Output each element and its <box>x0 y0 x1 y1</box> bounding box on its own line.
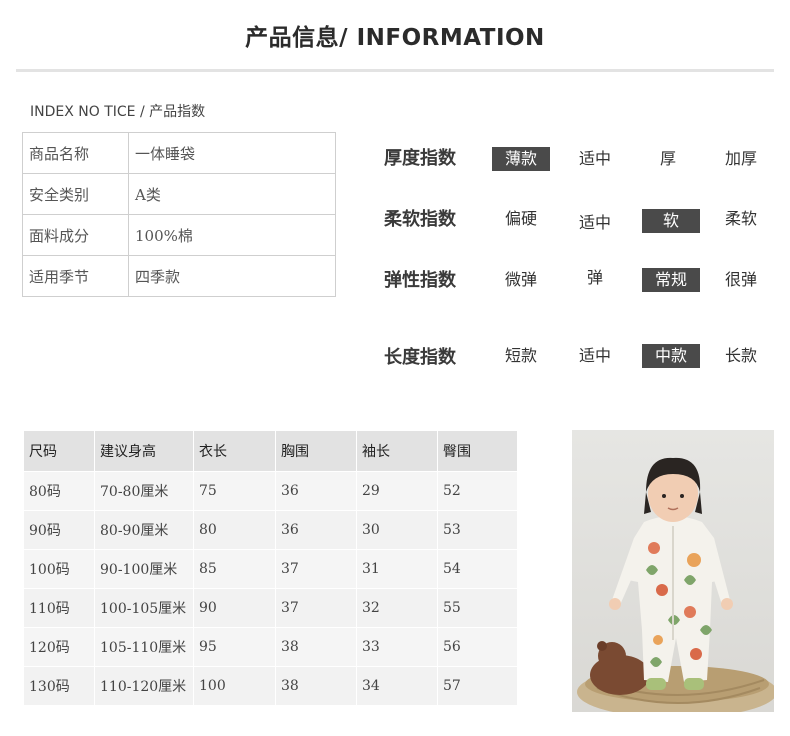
size-cell: 80-90厘米 <box>94 510 194 550</box>
size-cell: 57 <box>437 666 518 706</box>
table-row: 130码 110-120厘米 100 38 34 57 <box>23 666 518 706</box>
index-label: 柔软指数 <box>384 209 456 230</box>
index-option: 适中 <box>578 213 611 232</box>
section-subtitle: INDEX NO TICE / 产品指数 <box>30 104 206 120</box>
size-cell: 55 <box>437 588 518 628</box>
size-cell: 110码 <box>23 588 95 628</box>
product-photo <box>572 430 774 712</box>
index-option: 厚 <box>659 149 676 168</box>
index-label: 厚度指数 <box>384 148 456 169</box>
size-cell: 90 <box>193 588 276 628</box>
info-row: 面料成分 100%棉 <box>22 214 336 256</box>
info-row: 适用季节 四季款 <box>22 255 336 297</box>
index-option: 常规 <box>642 268 700 292</box>
child-sleep-sack-photo-icon <box>572 430 774 712</box>
index-option: 长款 <box>724 346 757 365</box>
size-cell: 95 <box>193 627 276 667</box>
index-option: 软 <box>642 209 700 233</box>
table-row: 80码 70-80厘米 75 36 29 52 <box>23 471 518 511</box>
info-value: 100%棉 <box>128 214 336 256</box>
size-cell: 37 <box>275 549 357 589</box>
size-cell: 85 <box>193 549 276 589</box>
page-title: 产品信息/ INFORMATION <box>245 25 545 51</box>
size-cell: 52 <box>437 471 518 511</box>
table-row: 120码 105-110厘米 95 38 33 56 <box>23 627 518 667</box>
header-divider <box>16 69 774 72</box>
index-option: 薄款 <box>492 147 550 171</box>
info-label: 商品名称 <box>22 132 129 174</box>
table-row: 90码 80-90厘米 80 36 30 53 <box>23 510 518 550</box>
size-cell: 53 <box>437 510 518 550</box>
index-option: 弹 <box>586 268 603 287</box>
index-option: 偏硬 <box>504 209 537 228</box>
size-cell: 37 <box>275 588 357 628</box>
size-cell: 31 <box>356 549 438 589</box>
index-option: 中款 <box>642 344 700 368</box>
size-cell: 100码 <box>23 549 95 589</box>
size-chart-table: 尺码 建议身高 衣长 胸围 袖长 臀围 80码 70-80厘米 75 36 29… <box>23 430 518 706</box>
size-cell: 29 <box>356 471 438 511</box>
size-cell: 80 <box>193 510 276 550</box>
size-header-row: 尺码 建议身高 衣长 胸围 袖长 臀围 <box>23 430 518 472</box>
index-option: 微弹 <box>504 270 537 289</box>
index-option: 短款 <box>504 346 537 365</box>
size-header-cell: 衣长 <box>193 430 276 472</box>
index-label: 长度指数 <box>384 347 456 368</box>
size-header-cell: 建议身高 <box>94 430 194 472</box>
index-option: 很弹 <box>724 270 757 289</box>
size-cell: 120码 <box>23 627 95 667</box>
size-cell: 100 <box>193 666 276 706</box>
size-cell: 110-120厘米 <box>94 666 194 706</box>
size-header-cell: 胸围 <box>275 430 357 472</box>
size-cell: 70-80厘米 <box>94 471 194 511</box>
table-row: 100码 90-100厘米 85 37 31 54 <box>23 549 518 589</box>
index-option: 柔软 <box>724 209 757 228</box>
product-info-table: 商品名称 一体睡袋 安全类别 A类 面料成分 100%棉 适用季节 四季款 <box>22 132 336 297</box>
size-header-cell: 袖长 <box>356 430 438 472</box>
table-row: 110码 100-105厘米 90 37 32 55 <box>23 588 518 628</box>
size-cell: 90-100厘米 <box>94 549 194 589</box>
info-label: 面料成分 <box>22 214 129 256</box>
info-row: 商品名称 一体睡袋 <box>22 132 336 174</box>
info-label: 适用季节 <box>22 255 129 297</box>
size-header-cell: 臀围 <box>437 430 518 472</box>
size-cell: 30 <box>356 510 438 550</box>
size-cell: 54 <box>437 549 518 589</box>
size-header-cell: 尺码 <box>23 430 95 472</box>
info-value: 四季款 <box>128 255 336 297</box>
info-row: 安全类别 A类 <box>22 173 336 215</box>
info-value: A类 <box>128 173 336 215</box>
size-cell: 100-105厘米 <box>94 588 194 628</box>
index-option: 加厚 <box>724 149 757 168</box>
size-cell: 80码 <box>23 471 95 511</box>
size-cell: 38 <box>275 666 357 706</box>
size-cell: 38 <box>275 627 357 667</box>
size-cell: 130码 <box>23 666 95 706</box>
size-cell: 56 <box>437 627 518 667</box>
size-cell: 36 <box>275 510 357 550</box>
size-cell: 32 <box>356 588 438 628</box>
size-cell: 33 <box>356 627 438 667</box>
index-option: 适中 <box>578 346 611 365</box>
size-cell: 36 <box>275 471 357 511</box>
size-cell: 75 <box>193 471 276 511</box>
index-option: 适中 <box>578 149 611 168</box>
size-cell: 105-110厘米 <box>94 627 194 667</box>
index-label: 弹性指数 <box>384 270 456 291</box>
info-value: 一体睡袋 <box>128 132 336 174</box>
size-cell: 34 <box>356 666 438 706</box>
info-label: 安全类别 <box>22 173 129 215</box>
size-cell: 90码 <box>23 510 95 550</box>
